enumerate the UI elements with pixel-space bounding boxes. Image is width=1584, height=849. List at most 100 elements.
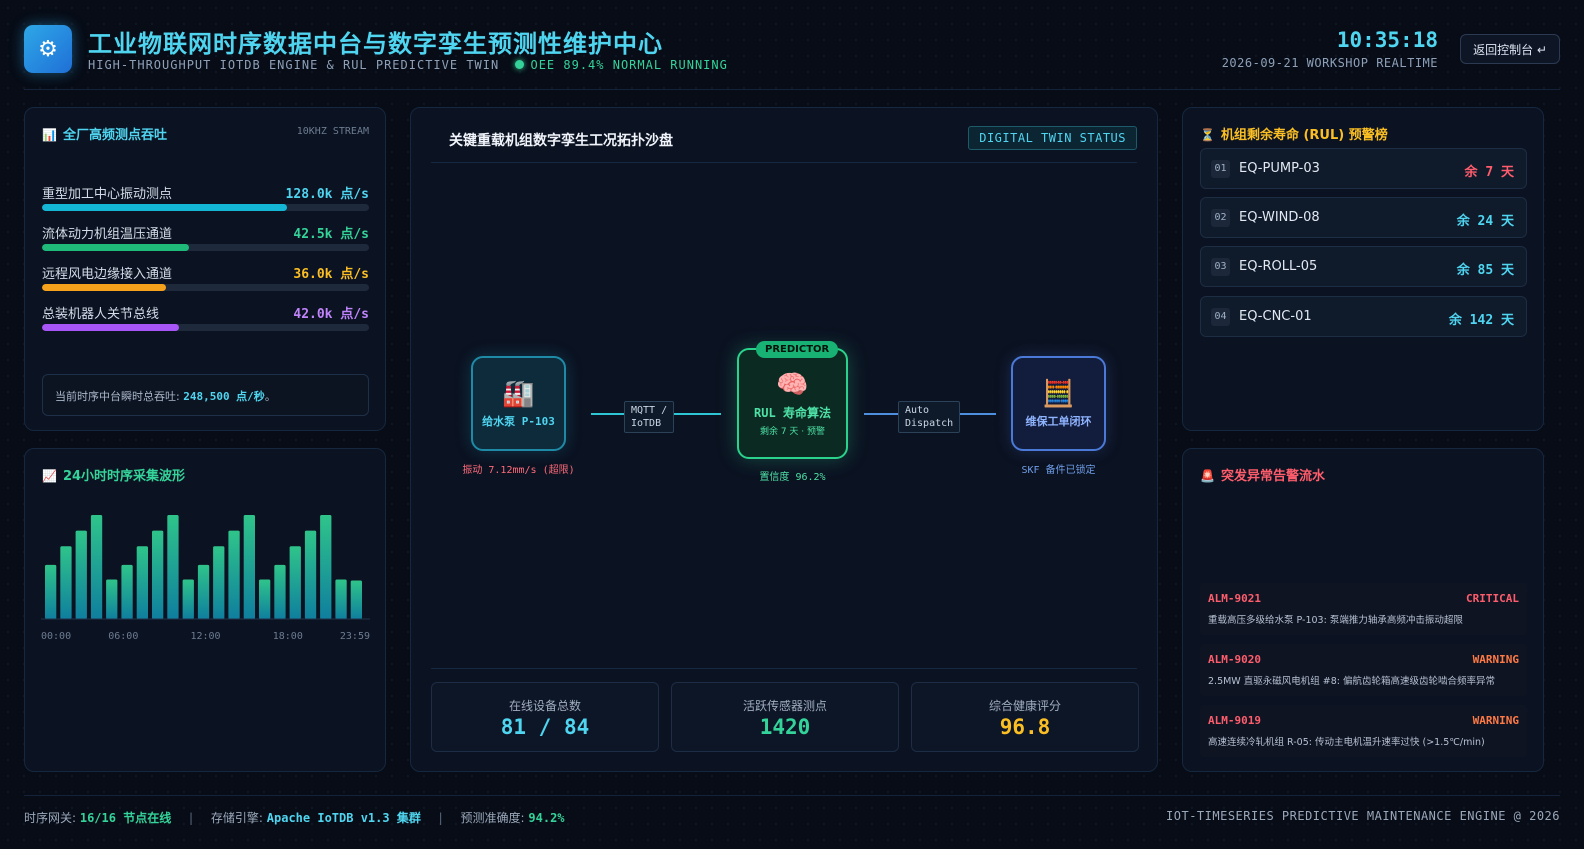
alarm-item[interactable]: ALM-9020 WARNING 2.5MW 直驱永磁风电机组 #8: 偏航齿轮… <box>1200 644 1527 696</box>
throughput-panel: 📊 全厂高频测点吞吐 10KHZ STREAM 重型加工中心振动测点 128.0k… <box>24 107 386 431</box>
waveform-bar <box>350 580 362 619</box>
waveform-bar <box>152 530 164 619</box>
progress-track <box>42 244 369 251</box>
rul-item[interactable]: 03 EQ-ROLL-05 余 85 天 <box>1200 246 1527 287</box>
alarm-title: 突发异常告警流水 <box>1220 469 1325 484</box>
divider <box>431 162 1137 163</box>
waveform-bar <box>289 546 301 619</box>
waveform-bar <box>243 515 255 619</box>
rul-days: 余 24 天 <box>1456 214 1514 229</box>
storage-label: 存储引擎: <box>210 811 267 825</box>
pump-node-label: 给水泵 P-103 <box>482 414 555 428</box>
pump-node[interactable]: 🏭 给水泵 P-103 <box>471 356 566 451</box>
rul-index: 02 <box>1211 209 1230 227</box>
factory-icon: 🏭 <box>502 378 535 409</box>
alarm-level: WARNING <box>1472 714 1519 727</box>
accuracy-value: 94.2% <box>528 811 565 825</box>
predictor-node-label: RUL 寿命算法 <box>754 406 831 420</box>
note-suffix: 。 <box>264 390 276 403</box>
footer-separator: | <box>189 811 194 825</box>
panel-title: 🚨 突发异常告警流水 <box>1200 465 1325 484</box>
status-dot-icon <box>515 60 525 69</box>
rul-days: 余 7 天 <box>1464 165 1514 180</box>
panel-title: ⏳ 机组剩余寿命 (RUL) 预警榜 <box>1200 124 1388 143</box>
clock: 10:35:18 <box>1336 28 1438 52</box>
throughput-title: 全厂高频测点吞吐 <box>62 128 167 143</box>
link-mqtt-iotdb: MQTT / IoTDB <box>624 401 675 433</box>
progress-fill <box>42 204 288 211</box>
alarm-panel: 🚨 突发异常告警流水 ALM-9021 CRITICAL 重载高压多级给水泵 P-… <box>1182 448 1544 772</box>
x-tick-label: 06:00 <box>108 631 138 642</box>
throughput-row: 重型加工中心振动测点 128.0k 点/s <box>42 183 369 217</box>
waveform-bar <box>335 579 347 619</box>
rul-item[interactable]: 02 EQ-WIND-08 余 24 天 <box>1200 197 1527 238</box>
progress-track <box>42 204 369 211</box>
work-order-caption: SKF 备件已锁定 <box>1021 465 1096 476</box>
note-value: 248,500 点/秒 <box>183 390 265 403</box>
x-tick-label: 00:00 <box>41 631 71 642</box>
siren-icon: 🚨 <box>1200 469 1215 483</box>
waveform-bar <box>304 530 317 619</box>
brain-icon: 🧠 <box>776 370 809 400</box>
date-label: 2026-09-21 WORKSHOP REALTIME <box>1221 56 1438 70</box>
storage-value: Apache IoTDB v1.3 集群 <box>266 811 421 825</box>
waveform-bar <box>213 546 225 619</box>
bar-chart-icon: 📊 <box>42 128 57 142</box>
alarm-id: ALM-9021 <box>1208 592 1261 605</box>
alarm-item[interactable]: ALM-9021 CRITICAL 重载高压多级给水泵 P-103: 泵端推力轴… <box>1200 583 1527 635</box>
throughput-label: 总装机器人关节总线 <box>42 307 160 322</box>
hourglass-icon: ⏳ <box>1200 128 1215 142</box>
throughput-row: 远程风电边缘接入通道 36.0k 点/s <box>42 263 369 297</box>
throughput-note: 当前时序中台瞬时总吞吐: 248,500 点/秒。 <box>42 374 369 416</box>
throughput-value: 42.0k 点/s <box>293 307 369 322</box>
waveform-bar <box>106 579 118 619</box>
rul-item[interactable]: 04 EQ-CNC-01 余 142 天 <box>1200 296 1527 337</box>
header-divider <box>24 89 1560 90</box>
rul-days: 余 142 天 <box>1448 313 1514 328</box>
page-subtitle: HIGH-THROUGHPUT IOTDB ENGINE & RUL PREDI… <box>88 58 728 72</box>
link-auto-dispatch: Auto Dispatch <box>898 401 961 433</box>
throughput-label: 流体动力机组温压通道 <box>42 227 173 242</box>
oee-status-text: OEE 89.4% NORMAL RUNNING <box>530 58 728 72</box>
waveform-bar <box>274 564 286 619</box>
back-to-console-button[interactable]: 返回控制台 ↵ <box>1460 34 1560 64</box>
oee-status: OEE 89.4% NORMAL RUNNING <box>515 58 727 72</box>
divider <box>431 668 1137 669</box>
pump-caption: 振动 7.12mm/s (超限) <box>462 465 575 476</box>
progress-track <box>42 284 369 291</box>
stat-card-health-score: 综合健康评分 96.8 <box>911 682 1139 752</box>
rul-item[interactable]: 01 EQ-PUMP-03 余 7 天 <box>1200 148 1527 189</box>
stat-value: 81 / 84 <box>500 715 590 739</box>
throughput-row: 流体动力机组温压通道 42.5k 点/s <box>42 223 369 257</box>
throughput-row: 总装机器人关节总线 42.0k 点/s <box>42 303 369 337</box>
header: ⚙ 工业物联网时序数据中台与数字孪生预测性维护中心 HIGH-THROUGHPU… <box>24 24 1560 88</box>
work-order-node[interactable]: 🧮 维保工单闭环 <box>1011 356 1106 451</box>
twin-title: 关键重载机组数字孪生工况拓扑沙盘 <box>449 133 673 149</box>
alarm-level: WARNING <box>1472 653 1519 666</box>
x-tick-label: 18:00 <box>273 631 303 642</box>
waveform-chart: 00:00 06:00 12:00 18:00 23:59 <box>41 515 370 642</box>
rul-equipment-name: EQ-CNC-01 <box>1239 309 1312 324</box>
progress-fill <box>42 324 180 331</box>
waveform-bar <box>182 579 194 619</box>
footer-divider <box>24 795 1560 796</box>
progress-track <box>42 324 369 331</box>
gateway-label: 时序网关: <box>24 811 80 825</box>
footer-engine-label: IOT-TIMESERIES PREDICTIVE MAINTENANCE EN… <box>1166 809 1560 823</box>
rul-equipment-name: EQ-WIND-08 <box>1239 210 1320 225</box>
stat-label: 综合健康评分 <box>988 699 1061 713</box>
x-tick-label: 12:00 <box>190 631 220 642</box>
alarm-id: ALM-9019 <box>1208 714 1261 727</box>
stat-label: 在线设备总数 <box>508 699 581 713</box>
waveform-bar <box>259 579 271 619</box>
waveform-bar <box>228 530 240 619</box>
footer-separator: | <box>438 811 443 825</box>
digital-twin-panel: 关键重载机组数字孪生工况拓扑沙盘 DIGITAL TWIN STATUS MQT… <box>410 107 1158 772</box>
predictor-node[interactable]: 🧠 RUL 寿命算法 剩余 7 天 · 预警 <box>737 348 848 459</box>
alarm-item[interactable]: ALM-9019 WARNING 高速连续冷轧机组 R-05: 传动主电机温升速… <box>1200 705 1527 757</box>
progress-fill <box>42 284 167 291</box>
throughput-label: 远程风电边缘接入通道 <box>42 267 173 282</box>
rul-index: 03 <box>1211 258 1230 276</box>
digital-twin-badge: DIGITAL TWIN STATUS <box>968 126 1137 150</box>
waveform-bar <box>121 564 133 619</box>
